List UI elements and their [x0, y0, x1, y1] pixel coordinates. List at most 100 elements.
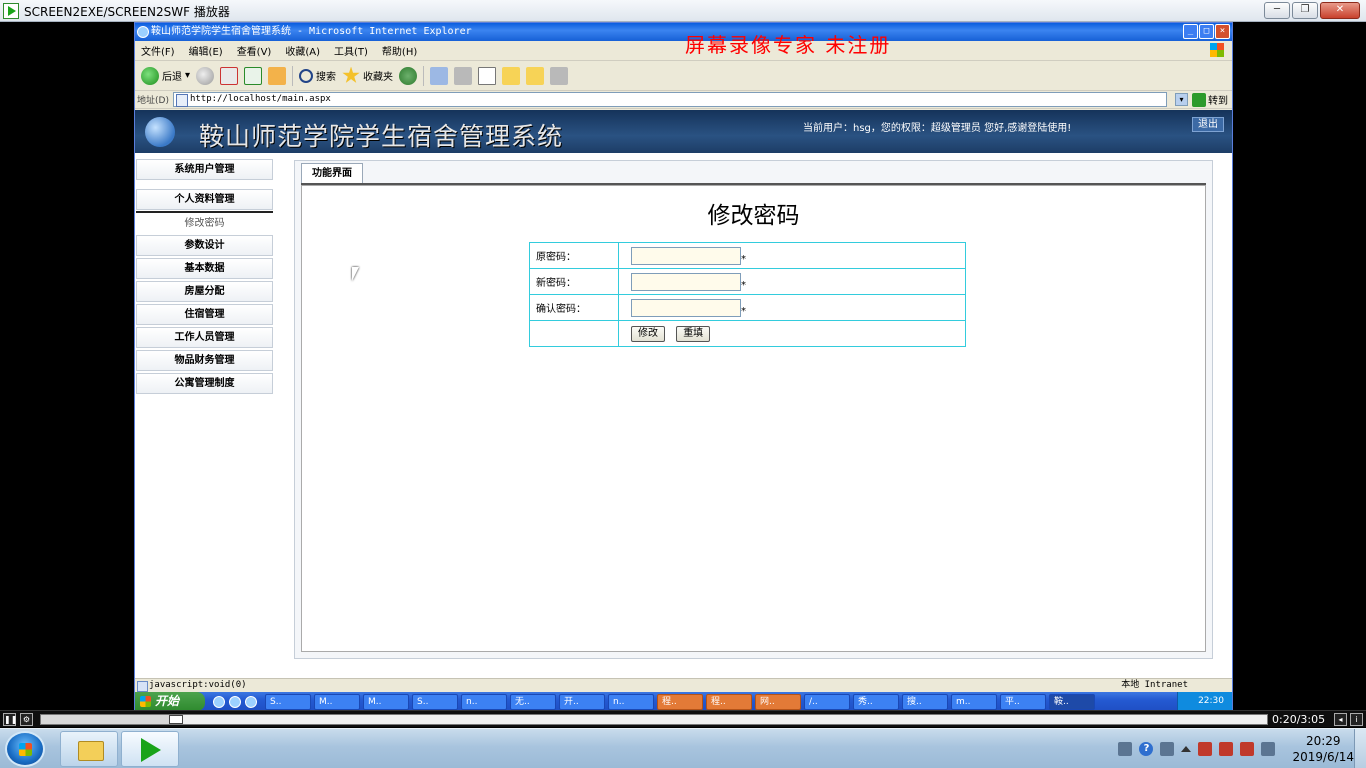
- menu-view[interactable]: 查看(V): [237, 43, 272, 58]
- taskbar-item[interactable]: n..: [608, 693, 654, 710]
- show-hidden-icons-icon[interactable]: [1181, 746, 1192, 752]
- desktop-launch-icon[interactable]: [229, 695, 241, 708]
- go-button[interactable]: 转到: [1192, 92, 1232, 107]
- reset-button[interactable]: 重填: [676, 325, 711, 342]
- ie-close-button[interactable]: ×: [1215, 24, 1230, 39]
- menu-tools[interactable]: 工具(T): [334, 43, 368, 58]
- chevron-down-icon[interactable]: ▾: [185, 70, 190, 81]
- sidebar-item-rules[interactable]: 公寓管理制度: [136, 373, 273, 394]
- speaker-muted-icon[interactable]: [1219, 742, 1234, 756]
- sidebar-item-personal-info[interactable]: 个人资料管理: [136, 189, 273, 210]
- help-icon[interactable]: ?: [1139, 742, 1154, 756]
- back-button[interactable]: 后退 ▾: [141, 66, 190, 85]
- clock-time: 20:29: [1305, 734, 1341, 748]
- show-desktop-button[interactable]: [1354, 729, 1366, 768]
- discuss-button[interactable]: [502, 66, 521, 85]
- sidebar-item-goods-finance[interactable]: 物品财务管理: [136, 350, 273, 371]
- taskbar-item[interactable]: 秀..: [853, 693, 899, 710]
- maximize-button[interactable]: ❐: [1292, 2, 1318, 19]
- progress-knob[interactable]: [168, 715, 183, 724]
- mail-button[interactable]: [430, 66, 449, 85]
- sidebar-item-system-users[interactable]: 系统用户管理: [136, 159, 273, 180]
- taskbar-item[interactable]: /..: [804, 693, 850, 710]
- sidebar-item-basic-data[interactable]: 基本数据: [136, 258, 273, 279]
- windows-start-button[interactable]: [5, 731, 45, 767]
- required-mark: *: [741, 253, 746, 265]
- book-icon: [526, 66, 545, 85]
- player-app-icon: [3, 3, 19, 19]
- explorer-taskbar-icon[interactable]: [60, 731, 118, 767]
- settings-icon[interactable]: ⚙: [20, 713, 33, 726]
- taskbar-item[interactable]: 网..: [755, 693, 801, 710]
- menu-edit[interactable]: 编辑(E): [189, 43, 223, 58]
- signal-icon[interactable]: [1261, 742, 1276, 756]
- keyboard-icon[interactable]: [1118, 742, 1133, 756]
- network-error-icon[interactable]: [1240, 742, 1255, 756]
- stop-button[interactable]: [220, 66, 239, 85]
- taskbar-item[interactable]: S..: [265, 693, 311, 710]
- menu-favorites[interactable]: 收藏(A): [285, 43, 320, 58]
- menu-help[interactable]: 帮助(H): [382, 43, 417, 58]
- ie-window: 鞍山师范学院学生宿舍管理系统 - Microsoft Internet Expl…: [134, 22, 1233, 711]
- taskbar-item[interactable]: 开..: [559, 693, 605, 710]
- progress-bar[interactable]: [40, 714, 1268, 725]
- taskbar-item[interactable]: M..: [363, 693, 409, 710]
- taskbar-item[interactable]: M..: [314, 693, 360, 710]
- ie-maximize-button[interactable]: □: [1199, 24, 1214, 39]
- home-button[interactable]: [268, 66, 287, 85]
- favorites-button[interactable]: 收藏夹: [342, 66, 393, 85]
- messenger-button[interactable]: [550, 66, 569, 85]
- sidebar-item-lodging[interactable]: 住宿管理: [136, 304, 273, 325]
- playback-time: 0:20/3:05: [1272, 713, 1326, 726]
- old-password-label: 原密码：: [529, 242, 619, 269]
- media-launch-icon[interactable]: [245, 695, 257, 708]
- xp-clock: 22:30: [1177, 692, 1232, 711]
- sidebar-item-params[interactable]: 参数设计: [136, 235, 273, 256]
- close-button[interactable]: ✕: [1320, 2, 1360, 19]
- taskbar-item-active[interactable]: 鞍..: [1049, 693, 1095, 710]
- info-icon[interactable]: i: [1350, 713, 1363, 726]
- history-button[interactable]: [399, 66, 418, 85]
- forward-button[interactable]: [196, 66, 215, 85]
- language-icon[interactable]: [1160, 742, 1175, 756]
- edit-button[interactable]: [478, 66, 497, 85]
- taskbar-item[interactable]: 程..: [657, 693, 703, 710]
- user-info: 当前用户：hsg，您的权限：超级管理员 您好,感谢登陆使用!: [803, 123, 1072, 134]
- required-mark: *: [741, 279, 746, 291]
- page-title: 修改密码: [707, 203, 800, 229]
- volume-icon[interactable]: ◂: [1334, 713, 1347, 726]
- taskbar-item[interactable]: 无..: [510, 693, 556, 710]
- tab-function[interactable]: 功能界面: [301, 163, 363, 183]
- submit-button[interactable]: 修改: [631, 325, 665, 342]
- logout-button[interactable]: 退出: [1192, 117, 1224, 132]
- system-clock[interactable]: 20:29 2019/6/14: [1292, 733, 1354, 765]
- taskbar-item[interactable]: 平..: [1000, 693, 1046, 710]
- minimize-button[interactable]: ─: [1264, 2, 1290, 19]
- search-button[interactable]: 搜索: [299, 68, 336, 83]
- taskbar-item[interactable]: m..: [951, 693, 997, 710]
- ie-minimize-button[interactable]: _: [1183, 24, 1198, 39]
- taskbar-item[interactable]: n..: [461, 693, 507, 710]
- sidebar-item-staff[interactable]: 工作人员管理: [136, 327, 273, 348]
- taskbar-item[interactable]: 程..: [706, 693, 752, 710]
- player-taskbar-icon[interactable]: [121, 731, 179, 767]
- xp-start-button[interactable]: 开始: [135, 692, 205, 711]
- form-row: 新密码： *: [529, 268, 966, 295]
- address-input[interactable]: http://localhost/main.aspx: [172, 92, 1167, 107]
- menu-file[interactable]: 文件(F): [141, 43, 175, 58]
- sidebar-item-room-allocation[interactable]: 房屋分配: [136, 281, 273, 302]
- old-password-input[interactable]: [631, 246, 741, 265]
- taskbar-item[interactable]: S..: [412, 693, 458, 710]
- ie-launch-icon[interactable]: [213, 695, 225, 708]
- refresh-button[interactable]: [244, 66, 263, 85]
- flag-icon[interactable]: [1198, 742, 1213, 756]
- print-button[interactable]: [454, 66, 473, 85]
- go-arrow-icon: [1192, 92, 1206, 107]
- new-password-input[interactable]: [631, 272, 741, 291]
- taskbar-item[interactable]: 搜..: [902, 693, 948, 710]
- confirm-password-input[interactable]: [631, 298, 741, 317]
- research-button[interactable]: [526, 66, 545, 85]
- pause-icon[interactable]: ❚❚: [3, 713, 17, 726]
- sidebar-subitem-change-password[interactable]: 修改密码: [136, 214, 273, 233]
- address-dropdown-icon[interactable]: ▾: [1175, 93, 1188, 106]
